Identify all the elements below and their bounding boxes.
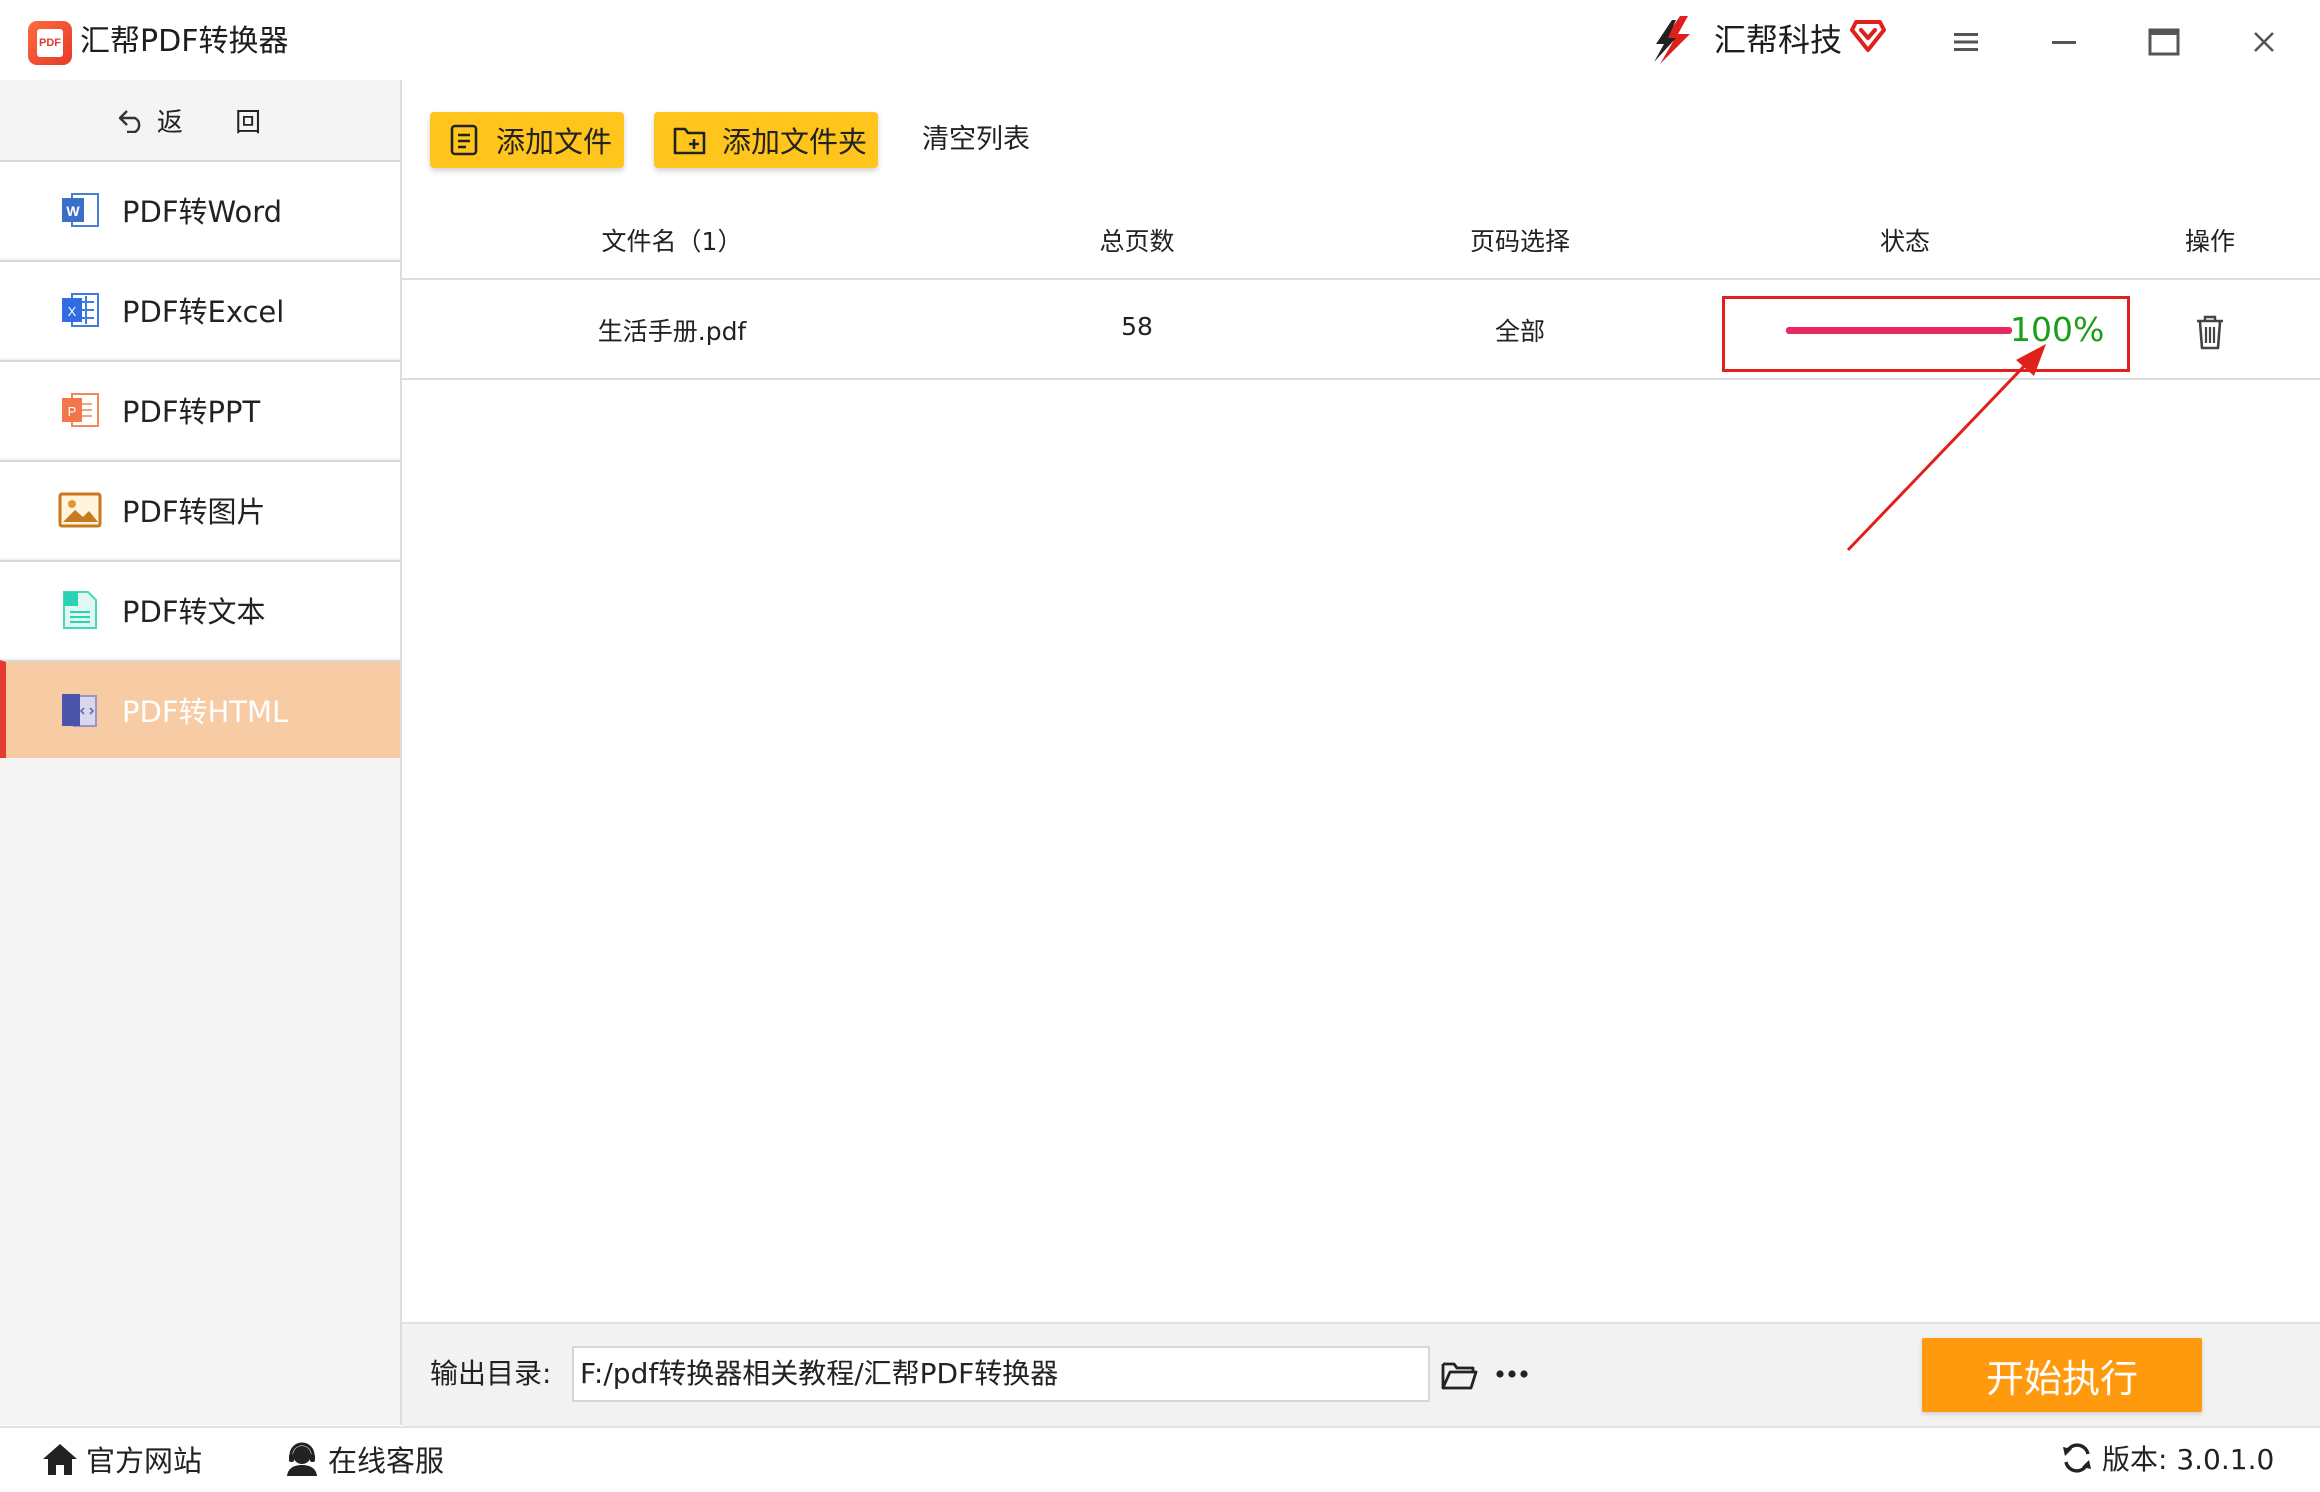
- add-folder-button[interactable]: 添加文件夹: [654, 112, 878, 168]
- file-table-header: 文件名（1） 总页数 页码选择 状态 操作: [402, 200, 2320, 280]
- output-dir-label: 输出目录:: [430, 1357, 552, 1390]
- sidebar-item-pdf-to-text[interactable]: PDF转文本: [0, 560, 400, 658]
- minimize-icon: [2052, 41, 2076, 44]
- sidebar-item-label: PDF转Excel: [122, 295, 285, 329]
- column-header-total-pages: 总页数: [1099, 227, 1175, 256]
- column-header-filename: 文件名（1）: [601, 227, 743, 256]
- more-options-icon[interactable]: [1492, 1356, 1532, 1392]
- sidebar-item-label: PDF转PPT: [122, 395, 261, 429]
- app-logo-icon: PDF: [28, 21, 72, 65]
- official-website-link[interactable]: 官方网站: [40, 1438, 202, 1480]
- column-header-page-select: 页码选择: [1469, 227, 1571, 256]
- maximize-icon: [2148, 28, 2180, 56]
- close-icon: [2254, 32, 2274, 52]
- add-file-label: 添加文件: [496, 125, 613, 159]
- back-arrow-icon: [118, 110, 141, 133]
- svg-text:W: W: [66, 203, 80, 219]
- version-label: 版本: 3.0.1.0: [2102, 1443, 2275, 1476]
- back-button[interactable]: 返 回: [0, 80, 400, 160]
- sidebar-item-pdf-to-ppt[interactable]: P PDF转PPT: [0, 360, 400, 458]
- footer: 官方网站 在线客服 版本: 3.0.1.0: [0, 1426, 2320, 1492]
- progress-bar-fill: [1786, 327, 2012, 334]
- progress-bar: [1786, 327, 2012, 334]
- add-folder-icon: [673, 127, 706, 155]
- customer-service-icon: [287, 1442, 317, 1476]
- online-service-label: 在线客服: [328, 1444, 445, 1478]
- sidebar-item-label: PDF转图片: [122, 495, 266, 529]
- sidebar-item-pdf-to-word[interactable]: W PDF转Word: [0, 160, 400, 258]
- progress-percent: 100%: [2010, 310, 2105, 349]
- brand-name: 汇帮科技: [1714, 21, 1843, 59]
- sidebar-item-label: PDF转文本: [122, 595, 266, 629]
- add-folder-label: 添加文件夹: [722, 125, 868, 159]
- vip-diamond-icon[interactable]: [1850, 18, 1886, 52]
- toolbar: 添加文件 添加文件夹 清空列表: [402, 80, 2320, 190]
- hamburger-menu-icon: [1954, 33, 1978, 51]
- delete-trash-icon[interactable]: [2192, 312, 2228, 352]
- home-icon: [43, 1444, 77, 1475]
- start-button[interactable]: 开始执行: [1922, 1338, 2202, 1412]
- column-header-action: 操作: [2184, 227, 2236, 256]
- word-icon: W: [62, 193, 99, 227]
- title-bar: PDF 汇帮PDF转换器 汇帮科技: [0, 0, 2320, 82]
- column-header-status: 状态: [1879, 227, 1931, 256]
- official-website-label: 官方网站: [86, 1444, 203, 1478]
- online-service-link[interactable]: 在线客服: [282, 1438, 444, 1480]
- sidebar-item-pdf-to-html[interactable]: PDF转HTML: [0, 660, 400, 758]
- clear-list-button[interactable]: 清空列表: [922, 120, 1030, 160]
- sidebar-item-label: PDF转HTML: [122, 695, 289, 729]
- row-page-select[interactable]: 全部: [1495, 312, 1545, 348]
- app-logo-text: PDF: [37, 29, 63, 57]
- html-icon: [62, 694, 97, 727]
- add-file-icon: [450, 124, 478, 156]
- svg-text:X: X: [68, 304, 77, 319]
- ppt-icon: P: [62, 393, 99, 427]
- row-total-pages: 58: [1121, 312, 1153, 341]
- output-bar: 输出目录: F:/pdf转换器相关教程/汇帮PDF转换器 开始执行: [402, 1322, 2320, 1426]
- brand-logo-icon: [1654, 16, 1690, 64]
- sidebar-item-label: PDF转Word: [122, 195, 283, 229]
- back-label: 返 回: [156, 107, 284, 138]
- version-info[interactable]: 版本: 3.0.1.0: [2060, 1438, 2274, 1478]
- row-filename: 生活手册.pdf: [597, 317, 747, 346]
- sidebar-item-pdf-to-image[interactable]: PDF转图片: [0, 460, 400, 558]
- close-button[interactable]: [2242, 20, 2286, 64]
- sidebar: 返 回 W PDF转Word X PDF转Excel P PDF转PPT PDF…: [0, 80, 402, 1425]
- minimize-button[interactable]: [2042, 20, 2086, 64]
- output-dir-field[interactable]: F:/pdf转换器相关教程/汇帮PDF转换器: [572, 1346, 1430, 1402]
- window-title: 汇帮PDF转换器: [80, 24, 289, 59]
- open-folder-icon[interactable]: [1440, 1358, 1478, 1392]
- maximize-button[interactable]: [2142, 20, 2186, 64]
- text-file-icon: [63, 591, 97, 629]
- refresh-icon: [2063, 1443, 2091, 1473]
- sidebar-item-pdf-to-excel[interactable]: X PDF转Excel: [0, 260, 400, 358]
- svg-text:P: P: [68, 404, 77, 419]
- menu-button[interactable]: [1944, 20, 1988, 64]
- excel-icon: X: [62, 293, 99, 327]
- add-file-button[interactable]: 添加文件: [430, 112, 624, 168]
- image-icon: [58, 492, 102, 528]
